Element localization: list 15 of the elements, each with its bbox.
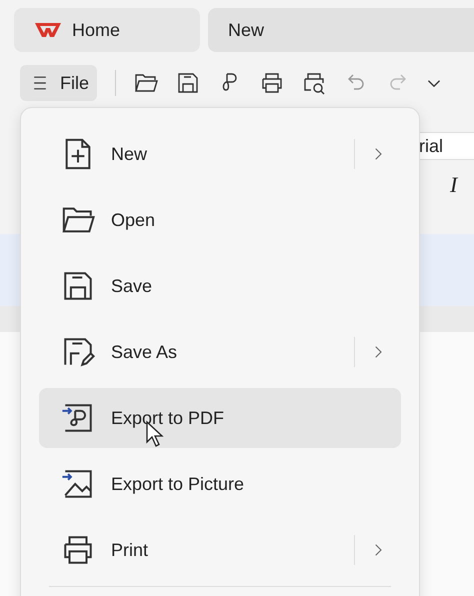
menu-item[interactable]: Open <box>39 190 401 250</box>
caret-icon <box>428 80 440 86</box>
italic-button[interactable]: I <box>450 172 458 198</box>
printer-icon <box>260 71 284 95</box>
menu-item[interactable]: New <box>39 124 401 184</box>
menu-item[interactable]: Print <box>39 520 401 580</box>
tab[interactable]: Home <box>14 8 200 52</box>
tab[interactable]: New <box>208 8 474 52</box>
menu-item[interactable]: Save <box>39 256 401 316</box>
menu-item[interactable]: Export to Picture <box>39 454 401 514</box>
menu-item[interactable]: Export to PDF <box>39 388 401 448</box>
file-menu-button[interactable]: File <box>20 65 98 101</box>
print-preview-icon <box>302 71 326 95</box>
logo-icon <box>34 21 62 39</box>
menu-item[interactable]: Save As <box>39 322 401 382</box>
